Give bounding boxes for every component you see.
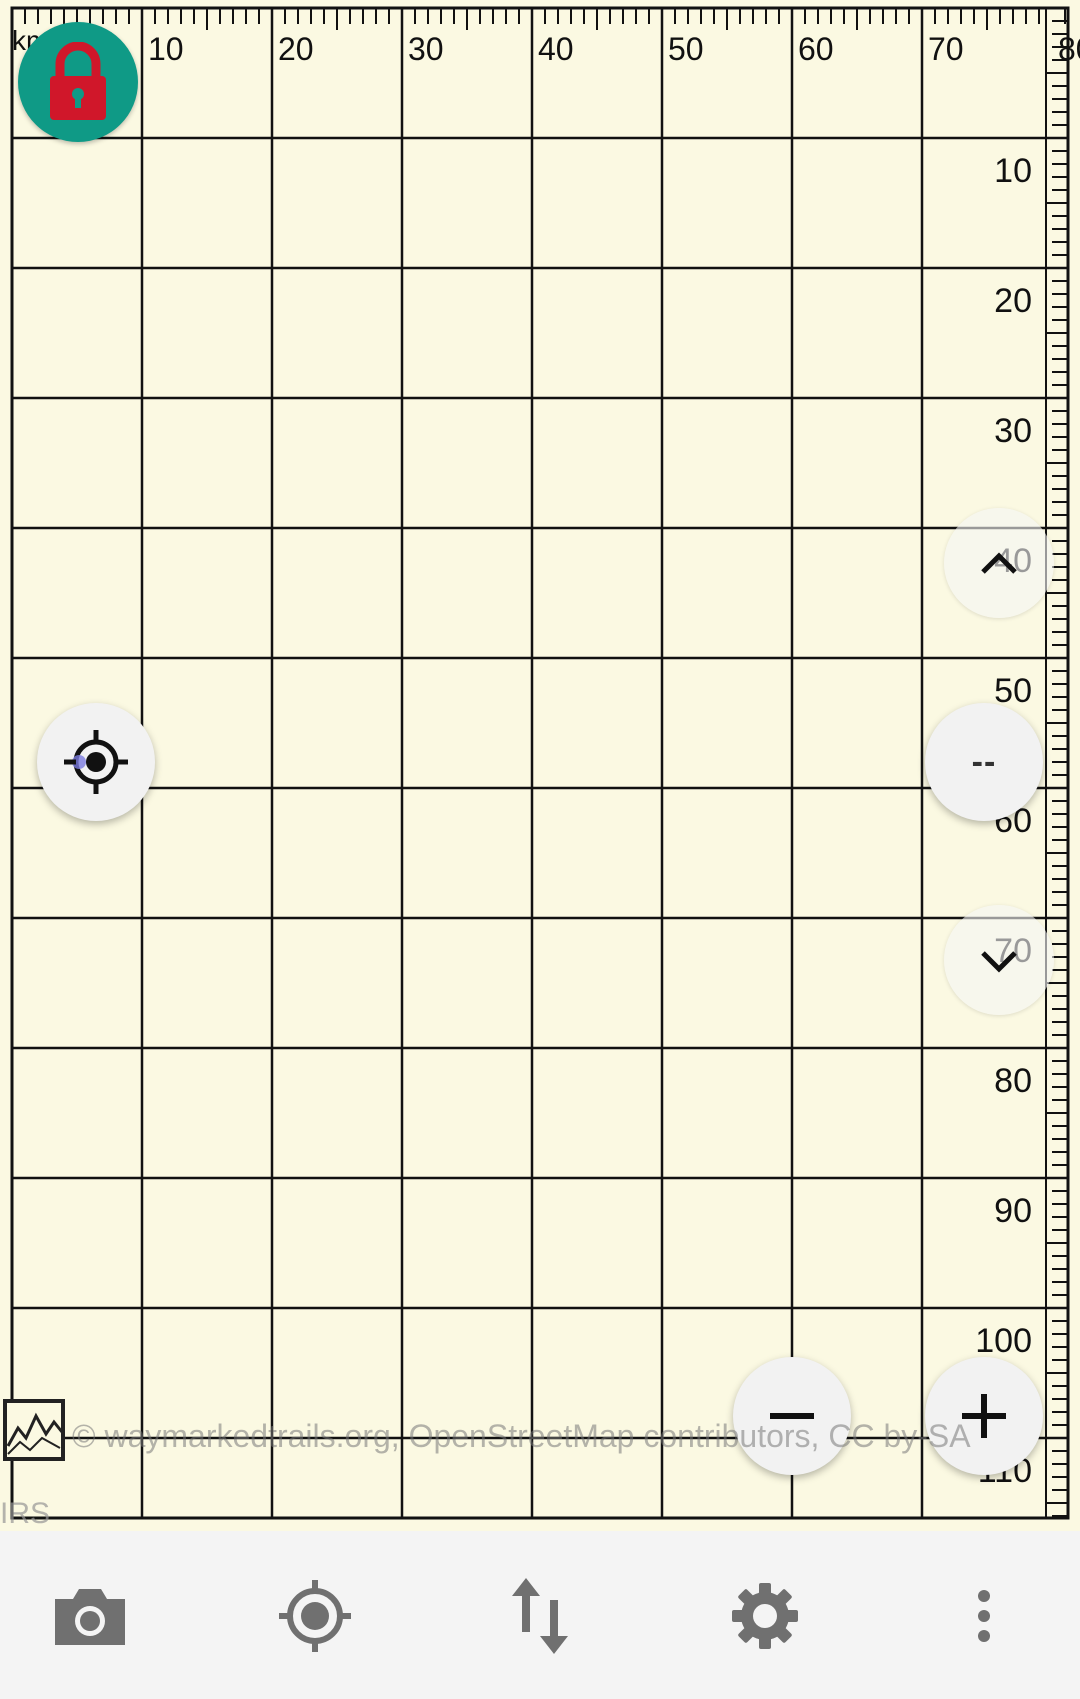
ruler-label-top: 70	[928, 31, 964, 67]
ruler-label-side: 80	[994, 1062, 1032, 1100]
swap-vertical-button[interactable]	[485, 1561, 595, 1671]
checkmark-icon	[981, 951, 1017, 973]
scroll-down-button[interactable]	[944, 905, 1054, 1015]
settings-button[interactable]	[710, 1561, 820, 1671]
swap-vertical-icon	[512, 1578, 568, 1654]
ruler-label-top: 30	[408, 31, 444, 67]
zoom-out-button[interactable]	[733, 1357, 851, 1475]
ruler-label-side: 10	[994, 152, 1032, 190]
ruler-label-top: 50	[668, 31, 704, 67]
gps-target-button[interactable]	[260, 1561, 370, 1671]
ruler-label-side: 30	[994, 412, 1032, 450]
ruler-label-side: 90	[994, 1192, 1032, 1230]
zoom-in-button[interactable]	[925, 1357, 1043, 1475]
camera-button[interactable]	[35, 1561, 145, 1671]
center-text: --	[971, 742, 997, 781]
ruler-label-top: 10	[148, 31, 184, 67]
grid-overlay: km10203040506070801020304050607080901001…	[10, 6, 1080, 1520]
more-vert-icon	[978, 1590, 990, 1642]
lock-button[interactable]	[18, 22, 138, 142]
crosshair-icon	[64, 730, 128, 794]
locate-button[interactable]	[37, 703, 155, 821]
gear-icon	[732, 1583, 798, 1649]
ruler-label-side: 100	[975, 1322, 1032, 1360]
chevron-up-icon	[981, 552, 1017, 574]
bottom-toolbar	[0, 1531, 1080, 1699]
lock-icon	[50, 42, 106, 120]
corner-label: IRS	[0, 1497, 51, 1530]
grid-border	[10, 6, 1070, 1520]
ruler-label-top: 20	[278, 31, 314, 67]
overflow-menu-button[interactable]	[929, 1561, 1039, 1671]
scroll-up-button[interactable]	[944, 508, 1054, 618]
gps-target-icon	[279, 1580, 351, 1652]
map-canvas[interactable]: km10203040506070801020304050607080901001…	[0, 0, 1080, 1530]
elevation-profile-icon[interactable]	[2, 1398, 66, 1462]
ruler-label-top: 80	[1058, 31, 1080, 67]
ruler-label-top: 40	[538, 31, 574, 67]
center-button[interactable]: --	[925, 703, 1043, 821]
map-attribution[interactable]: © waymarkedtrails.org, OpenStreetMap con…	[72, 1418, 971, 1455]
ruler-label-side: 20	[994, 282, 1032, 320]
ruler-label-top: 60	[798, 31, 834, 67]
camera-icon	[55, 1589, 125, 1645]
